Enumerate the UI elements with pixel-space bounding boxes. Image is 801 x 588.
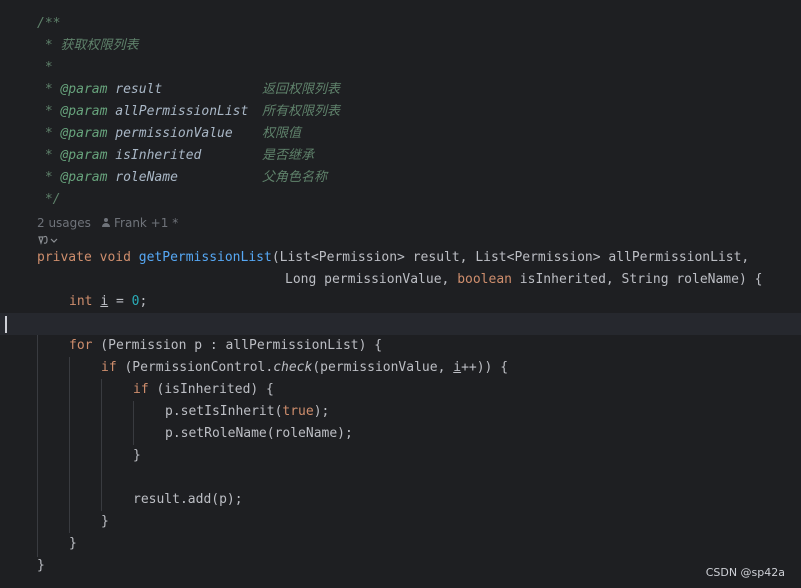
keyword: private bbox=[37, 250, 92, 265]
keyword: if bbox=[133, 382, 149, 397]
keyword: void bbox=[99, 250, 131, 265]
keyword: for bbox=[69, 338, 93, 353]
javadoc-param-desc: 返回权限列表 bbox=[262, 82, 341, 97]
code-text: result.add(p); bbox=[133, 492, 243, 507]
javadoc-param-name: result bbox=[115, 82, 163, 97]
javadoc-param-name: allPermissionList bbox=[115, 104, 249, 119]
javadoc-star: * bbox=[37, 104, 53, 119]
code-line: /** bbox=[0, 13, 801, 35]
javadoc-description-line: * 获取权限列表 bbox=[37, 35, 139, 57]
javadoc-param-name: isInherited bbox=[115, 148, 202, 163]
code-line: } bbox=[0, 511, 801, 533]
code-text: Long permissionValue, bbox=[285, 272, 458, 287]
javadoc-param-desc: 是否继承 bbox=[262, 148, 315, 163]
code-line: } bbox=[0, 445, 801, 467]
javadoc-param-desc: 权限值 bbox=[262, 126, 302, 141]
text-caret bbox=[5, 316, 7, 333]
code-line: private void getPermissionList(List<Perm… bbox=[0, 247, 801, 269]
javadoc-param-tag: @param bbox=[60, 104, 108, 119]
code-text: = bbox=[108, 294, 132, 309]
javadoc-star: * bbox=[37, 126, 53, 141]
static-method-call: check bbox=[273, 360, 313, 375]
closing-brace: } bbox=[101, 514, 109, 529]
ai-assistant-icon[interactable] bbox=[37, 234, 59, 246]
closing-brace: } bbox=[133, 448, 141, 463]
javadoc-param-name: permissionValue bbox=[115, 126, 233, 141]
javadoc-param-line: * @param result 返回权限列表 bbox=[0, 79, 801, 101]
javadoc-param-tag: @param bbox=[60, 82, 108, 97]
code-line: } bbox=[0, 555, 801, 577]
watermark: CSDN @sp42a bbox=[705, 566, 785, 579]
code-text: isInherited, String roleName) { bbox=[511, 272, 763, 287]
javadoc-param-line: * @param roleName 父角色名称 bbox=[0, 167, 801, 189]
code-text: ); bbox=[313, 404, 330, 419]
code-editor[interactable]: /** * 获取权限列表 * * @param result 返回权限列表 * … bbox=[0, 0, 801, 588]
code-line: result.add(p); bbox=[0, 489, 801, 511]
code-line: */ bbox=[0, 189, 801, 211]
javadoc-param-tag: @param bbox=[60, 148, 108, 163]
code-text: ++)) { bbox=[461, 360, 509, 375]
javadoc-star: * bbox=[37, 82, 53, 97]
code-text: (List<Permission> result, List<Permissio… bbox=[271, 250, 750, 265]
code-text: p.setIsInherit( bbox=[165, 404, 283, 419]
variable-i: i bbox=[100, 294, 109, 309]
code-text: (Permission p : allPermissionList) { bbox=[92, 338, 383, 353]
code-line: for (Permission p : allPermissionList) { bbox=[0, 335, 801, 357]
person-icon bbox=[101, 218, 111, 228]
javadoc-description: 获取权限列表 bbox=[60, 38, 139, 53]
code-text: (isInherited) { bbox=[148, 382, 274, 397]
code-line: p.setRoleName(roleName); bbox=[0, 423, 801, 445]
keyword: if bbox=[101, 360, 117, 375]
javadoc-param-tag: @param bbox=[60, 126, 108, 141]
code-line: p.setIsInherit(true); bbox=[0, 401, 801, 423]
javadoc-param-desc: 所有权限列表 bbox=[262, 104, 341, 119]
javadoc-param-name: roleName bbox=[115, 170, 178, 185]
variable-i: i bbox=[453, 360, 462, 375]
closing-brace: } bbox=[69, 536, 77, 551]
javadoc-param-line: * @param isInherited 是否继承 bbox=[0, 145, 801, 167]
current-line[interactable] bbox=[0, 313, 801, 335]
code-line: if (PermissionControl.check(permissionVa… bbox=[0, 357, 801, 379]
code-line: if (isInherited) { bbox=[0, 379, 801, 401]
code-line: * 获取权限列表 bbox=[0, 35, 801, 57]
javadoc-param-line: * @param permissionValue 权限值 bbox=[0, 123, 801, 145]
javadoc-star: * bbox=[37, 60, 53, 75]
javadoc-star: * bbox=[37, 170, 53, 185]
code-text: ; bbox=[139, 294, 148, 309]
code-text: (PermissionControl. bbox=[116, 360, 274, 375]
javadoc-param-tag: @param bbox=[60, 170, 108, 185]
javadoc-star: * bbox=[37, 148, 53, 163]
javadoc-open: /** bbox=[37, 16, 61, 31]
javadoc-close: */ bbox=[37, 192, 61, 207]
code-line: Long permissionValue, boolean isInherite… bbox=[0, 269, 801, 291]
javadoc-param-desc: 父角色名称 bbox=[262, 170, 328, 185]
method-name[interactable]: getPermissionList bbox=[139, 250, 272, 265]
code-line: int i = 0; bbox=[0, 291, 801, 313]
closing-brace: } bbox=[37, 558, 45, 573]
code-line: } bbox=[0, 533, 801, 555]
author-label: Frank +1 * bbox=[114, 216, 179, 230]
code-line: * bbox=[0, 57, 801, 79]
keyword: int bbox=[69, 294, 93, 309]
code-text: (permissionValue, bbox=[312, 360, 454, 375]
code-text: p.setRoleName(roleName); bbox=[165, 426, 353, 441]
javadoc-param-line: * @param allPermissionList 所有权限列表 bbox=[0, 101, 801, 123]
javadoc-star: * bbox=[37, 38, 53, 53]
keyword: boolean bbox=[457, 272, 512, 287]
keyword: true bbox=[282, 404, 314, 419]
